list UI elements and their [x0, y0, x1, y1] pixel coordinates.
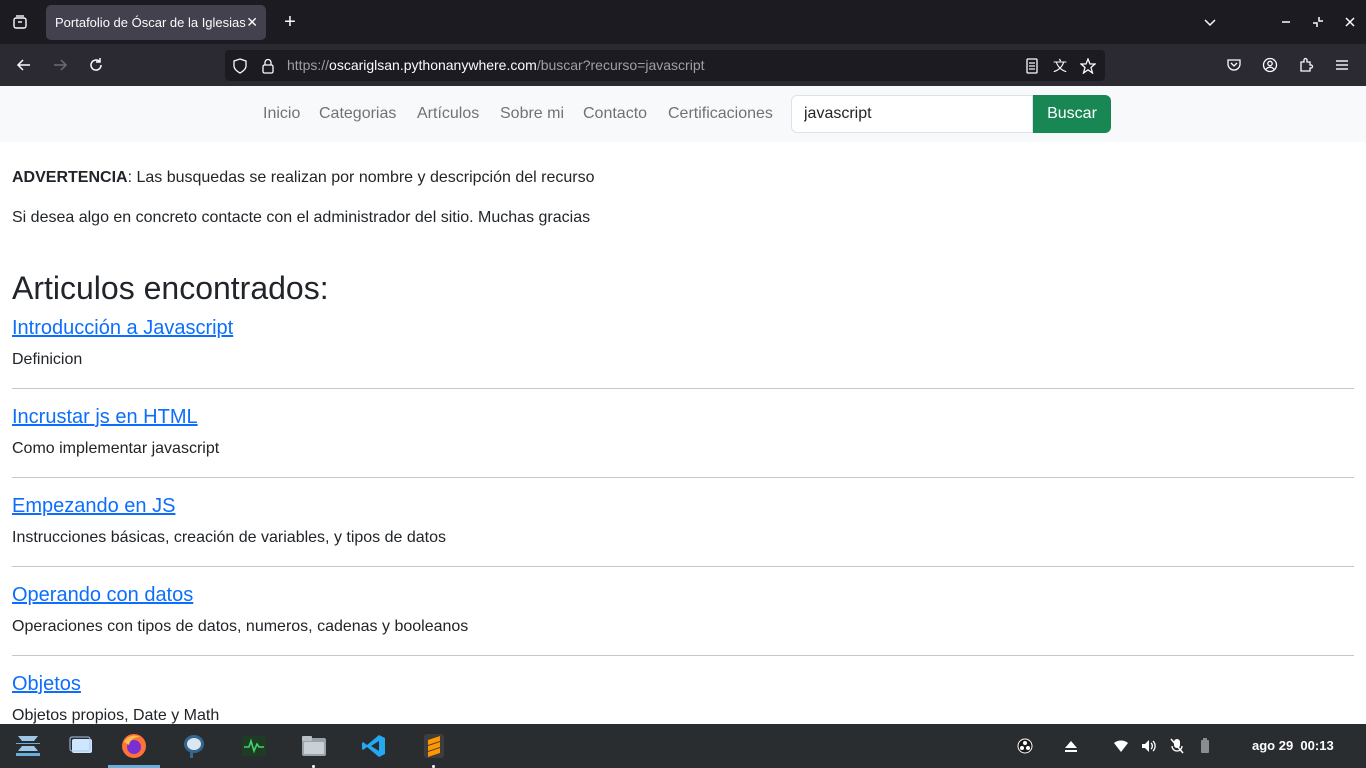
zorin-menu-icon[interactable] — [12, 730, 44, 762]
warning-text: : Las busquedas se realizan por nombre y… — [127, 169, 595, 186]
microphone-muted-icon[interactable] — [1168, 737, 1186, 755]
workspaces-icon[interactable] — [65, 730, 97, 762]
browser-tab-bar: Portafolio de Óscar de la Iglesias ✕ + — [0, 0, 1366, 44]
firefox-icon[interactable] — [118, 730, 150, 762]
system-monitor-icon[interactable] — [238, 730, 270, 762]
url-scheme: https:// — [287, 57, 330, 73]
vscode-icon[interactable] — [358, 730, 390, 762]
sublime-text-icon[interactable] — [418, 730, 450, 762]
url-path: /buscar?recurso=javascript — [536, 57, 705, 73]
contact-message: Si desea algo en concreto contacte con e… — [12, 209, 591, 226]
restore-icon[interactable] — [1308, 12, 1328, 32]
nav-link-inicio[interactable]: Inicio — [263, 105, 300, 123]
clock-time: 00:13 — [1300, 738, 1334, 753]
search-input[interactable] — [791, 95, 1033, 133]
site-navbar: Inicio Categorias Artículos Sobre mi Con… — [0, 86, 1366, 142]
url-text[interactable]: https://oscariglsan.pythonanywhere.com/b… — [287, 57, 705, 73]
menu-icon[interactable] — [1332, 55, 1352, 75]
url-host: oscariglsan.pythonanywhere.com — [329, 57, 537, 73]
wifi-icon[interactable] — [1112, 737, 1130, 755]
reader-view-icon[interactable] — [1023, 57, 1041, 75]
taskbar: ago 29 00:13 — [0, 724, 1366, 768]
clock-date: ago 29 — [1252, 738, 1294, 753]
article-link[interactable]: Objetos — [12, 673, 81, 696]
warning-label: ADVERTENCIA — [12, 169, 128, 186]
nav-link-contacto[interactable]: Contacto — [583, 105, 647, 123]
article-link[interactable]: Introducción a Javascript — [12, 317, 233, 340]
nav-link-certificaciones[interactable]: Certificaciones — [668, 105, 773, 123]
article-description: Operaciones con tipos de datos, numeros,… — [12, 618, 469, 635]
forward-icon[interactable] — [50, 55, 70, 75]
close-tab-icon[interactable]: ✕ — [246, 14, 258, 31]
lock-icon[interactable] — [259, 57, 277, 75]
clock[interactable]: ago 29 00:13 — [1252, 738, 1334, 753]
url-bar[interactable]: https://oscariglsan.pythonanywhere.com/b… — [225, 50, 1105, 81]
search-button[interactable]: Buscar — [1033, 95, 1111, 133]
chevron-down-icon[interactable] — [1200, 12, 1220, 32]
browser-tab-active[interactable]: Portafolio de Óscar de la Iglesias ✕ — [46, 5, 266, 40]
warning-message: ADVERTENCIA: Las busquedas se realizan p… — [12, 169, 594, 187]
eject-icon[interactable] — [1062, 737, 1080, 755]
tab-title: Portafolio de Óscar de la Iglesias — [55, 15, 246, 30]
article-description: Instrucciones básicas, creación de varia… — [12, 529, 447, 546]
nav-link-sobre-mi[interactable]: Sobre mi — [500, 105, 564, 123]
minimize-icon[interactable] — [1276, 12, 1296, 32]
nav-link-articulos[interactable]: Artículos — [417, 105, 479, 123]
article-description: Objetos propios, Date y Math — [12, 707, 220, 724]
account-icon[interactable] — [1260, 55, 1280, 75]
tracking-shield-icon[interactable] — [231, 57, 249, 75]
article-link[interactable]: Incrustar js en HTML — [12, 406, 198, 429]
pgadmin-icon[interactable] — [178, 730, 210, 762]
files-icon[interactable] — [298, 730, 330, 762]
volume-icon[interactable] — [1140, 737, 1158, 755]
extensions-icon[interactable] — [1296, 55, 1316, 75]
divider — [12, 566, 1354, 567]
close-window-icon[interactable] — [1340, 12, 1360, 32]
translate-icon[interactable]: 文 — [1051, 57, 1069, 75]
article-link[interactable]: Empezando en JS — [12, 495, 175, 518]
reload-icon[interactable] — [86, 55, 106, 75]
browser-nav-bar: https://oscariglsan.pythonanywhere.com/b… — [0, 44, 1366, 86]
article-description: Definicion — [12, 351, 83, 368]
divider — [12, 477, 1354, 478]
article-link[interactable]: Operando con datos — [12, 584, 193, 607]
pocket-icon[interactable] — [1224, 55, 1244, 75]
article-description: Como implementar javascript — [12, 440, 220, 457]
obs-icon[interactable] — [1016, 737, 1034, 755]
new-tab-icon[interactable]: + — [280, 11, 300, 33]
bookmark-star-icon[interactable] — [1079, 57, 1097, 75]
divider — [12, 388, 1354, 389]
nav-link-categorias[interactable]: Categorias — [319, 105, 396, 123]
battery-icon[interactable] — [1196, 737, 1214, 755]
back-icon[interactable] — [14, 55, 34, 75]
results-heading: Articulos encontrados: — [12, 270, 329, 306]
tab-list-icon[interactable] — [10, 12, 30, 32]
divider — [12, 655, 1354, 656]
